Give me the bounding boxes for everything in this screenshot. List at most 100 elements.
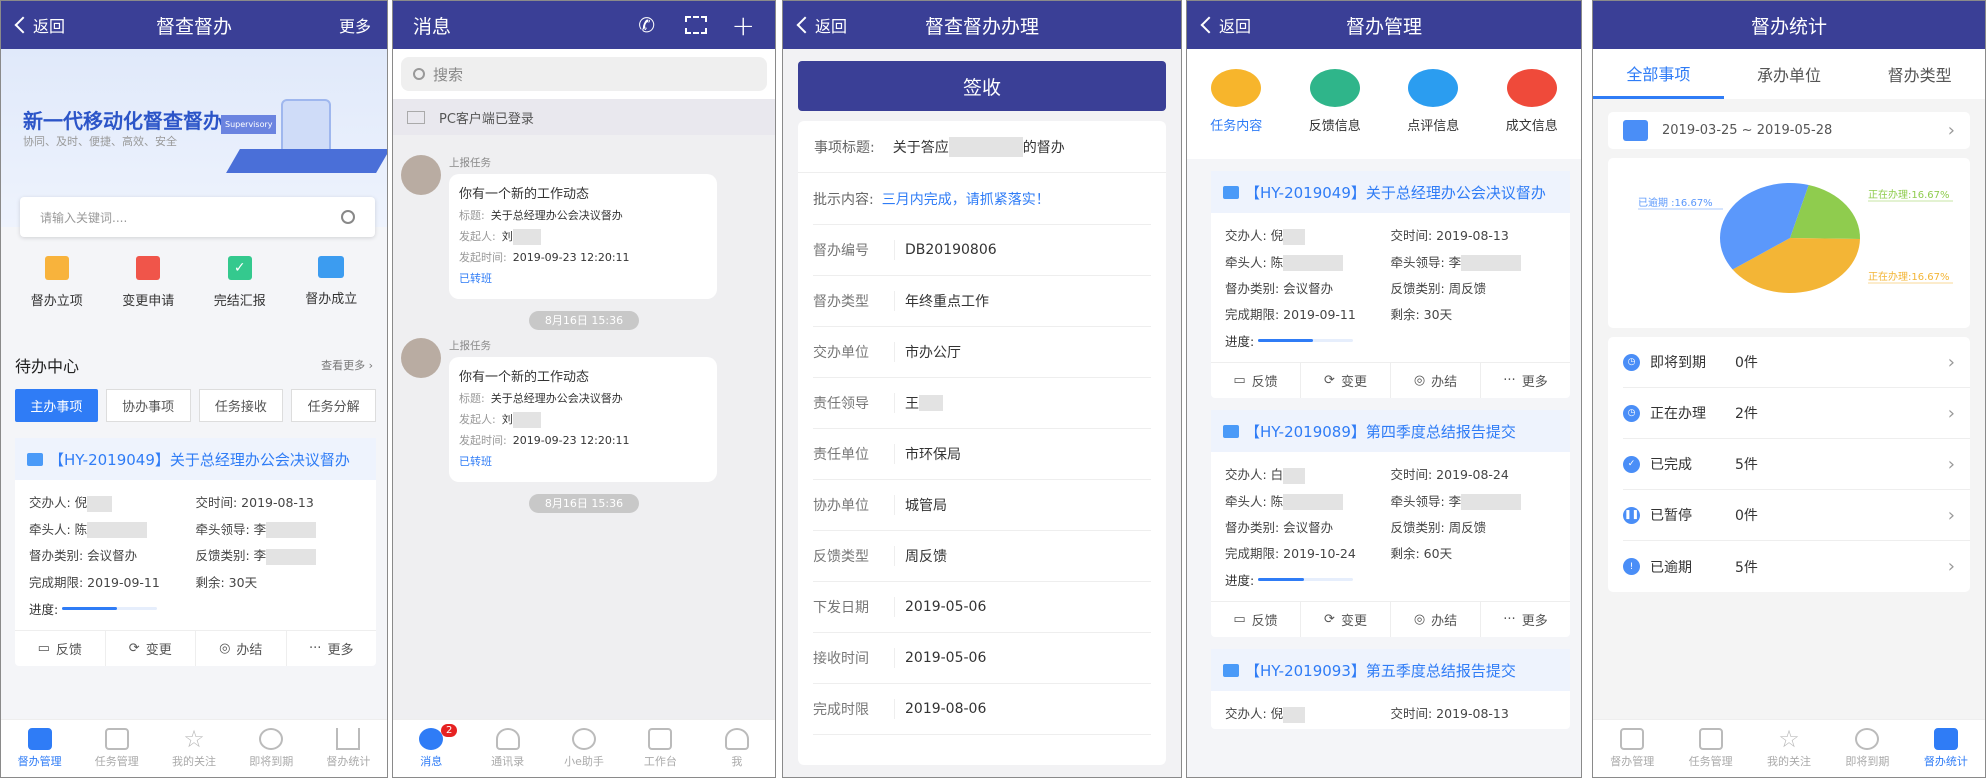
tab-all[interactable]: 全部事项 bbox=[1593, 49, 1724, 99]
nav-assistant[interactable]: 小e助手 bbox=[546, 720, 622, 777]
phone-icon[interactable]: ✆ bbox=[638, 13, 655, 37]
nav-messages[interactable]: 2 消息 bbox=[393, 720, 469, 777]
detail-label: 督办类型 bbox=[813, 291, 895, 311]
nav-supervision[interactable]: 督办管理 bbox=[1, 720, 78, 777]
feedback-button[interactable]: ▭ 反馈 bbox=[15, 630, 106, 666]
more-button[interactable]: ··· 更多 bbox=[1481, 363, 1570, 398]
field: 交时间: 2019-08-13 bbox=[1391, 225, 1557, 245]
tab-main[interactable]: 主办事项 bbox=[15, 389, 98, 422]
plus-icon[interactable]: + bbox=[732, 9, 755, 42]
detail-value: 市办公厅 bbox=[905, 345, 961, 361]
field-value: 关于总经理办公会决议督办 bbox=[490, 209, 623, 222]
document-icon bbox=[1506, 69, 1557, 107]
action-label: 反馈 bbox=[1251, 614, 1278, 629]
task-card[interactable]: 【HY-2019093】第五季度总结报告提交 交办人: 倪 交时间: 2019-08… bbox=[1211, 649, 1570, 729]
detail-row: 接收时间 2019-05-06 bbox=[813, 633, 1151, 684]
change-button[interactable]: ⟳ 变更 bbox=[1301, 602, 1391, 637]
nav-me[interactable]: 我 bbox=[699, 720, 775, 777]
message-bubble[interactable]: 你有一个新的工作动态 标题: 关于总经理办公会决议督办 发起人: 刘发起时间: 2019-… bbox=[449, 357, 717, 482]
finish-icon: ◎ bbox=[1413, 612, 1426, 627]
nav-tasks[interactable]: 任务管理 bbox=[1671, 720, 1749, 777]
quick-item[interactable]: ✓ 完结汇报 bbox=[194, 256, 286, 309]
instruction-label: 批示内容: bbox=[813, 191, 874, 208]
tab-assist[interactable]: 协办事项 bbox=[105, 389, 191, 422]
category-0[interactable]: 任务内容 bbox=[1187, 69, 1286, 159]
message-status-link[interactable]: 已转班 bbox=[459, 268, 707, 289]
sign-button[interactable]: 签收 bbox=[798, 61, 1166, 111]
finish-button[interactable]: ◎ 办结 bbox=[196, 630, 287, 666]
status-label: 已完成 bbox=[1650, 457, 1692, 473]
back-button[interactable]: 返回 bbox=[796, 13, 847, 37]
tab-receive[interactable]: 任务接收 bbox=[198, 389, 284, 422]
task-card[interactable]: 【HY-2019089】第四季度总结报告提交 交办人: 白 交时间: 2019-08… bbox=[1211, 410, 1570, 637]
see-more-link[interactable]: 查看更多 › bbox=[321, 357, 373, 373]
quick-item[interactable]: 督办立项 bbox=[11, 256, 103, 309]
search-icon[interactable] bbox=[341, 210, 355, 224]
search-input[interactable]: 请输入关键词.... bbox=[20, 197, 375, 237]
message-field: 发起时间: 2019-09-23 12:20:11 bbox=[459, 430, 707, 451]
nav-workbench[interactable]: 工作台 bbox=[622, 720, 698, 777]
message-item[interactable]: 上报任务 你有一个新的工作动态 标题: 关于总经理办公会决议督办 发起人: 刘发起时间: 2… bbox=[393, 338, 775, 482]
quick-item[interactable]: 变更申请 bbox=[103, 256, 195, 309]
category-3[interactable]: 成文信息 bbox=[1483, 69, 1582, 159]
pc-login-banner[interactable]: PC客户端已登录 bbox=[393, 99, 775, 135]
category-1[interactable]: 反馈信息 bbox=[1286, 69, 1385, 159]
field: 交时间: 2019-08-13 bbox=[195, 495, 314, 510]
nav-due[interactable]: 即将到期 bbox=[1828, 720, 1906, 777]
more-button[interactable]: ··· 更多 bbox=[1481, 602, 1570, 637]
nav-label: 消息 bbox=[420, 755, 443, 768]
status-row[interactable]: ◷ 即将到期 0件 › bbox=[1623, 337, 1970, 388]
nav-follow[interactable]: ☆ 我的关注 bbox=[1750, 720, 1828, 777]
feedback-button[interactable]: ▭ 反馈 bbox=[1211, 602, 1301, 637]
nav-tasks[interactable]: 任务管理 bbox=[78, 720, 155, 777]
nav-supervision[interactable]: 督办管理 bbox=[1593, 720, 1671, 777]
status-row[interactable]: ! 已逾期 5件 › bbox=[1623, 541, 1970, 592]
nav-contacts[interactable]: 通讯录 bbox=[469, 720, 545, 777]
tab-split[interactable]: 任务分解 bbox=[291, 389, 376, 422]
progress: 进度: bbox=[1211, 329, 1570, 362]
status-row[interactable]: ◷ 正在办理 2件 › bbox=[1623, 388, 1970, 439]
tab-types[interactable]: 督办类型 bbox=[1854, 49, 1985, 99]
bar-chart-icon bbox=[336, 728, 361, 750]
date-range-picker[interactable]: 2019-03-25 ~ 2019-05-28 › bbox=[1608, 112, 1970, 149]
nav-label: 即将到期 bbox=[249, 755, 294, 768]
finish-button[interactable]: ◎ 办结 bbox=[1391, 363, 1481, 398]
change-button[interactable]: ⟳ 变更 bbox=[1301, 363, 1391, 398]
message-bubble[interactable]: 你有一个新的工作动态 标题: 关于总经理办公会决议督办 发起人: 刘发起时间: 2019-… bbox=[449, 174, 717, 299]
tab-units[interactable]: 承办单位 bbox=[1724, 49, 1855, 99]
nav-stats[interactable]: 督办统计 bbox=[1907, 720, 1985, 777]
finish-button[interactable]: ◎ 办结 bbox=[1391, 602, 1481, 637]
nav-follow[interactable]: ☆ 我的关注 bbox=[155, 720, 232, 777]
feedback-button[interactable]: ▭ 反馈 bbox=[1211, 363, 1301, 398]
category-2[interactable]: 点评信息 bbox=[1384, 69, 1483, 159]
back-button[interactable]: 返回 bbox=[1200, 13, 1251, 37]
task-title-text: 【HY-2019093】第五季度总结报告提交 bbox=[1245, 661, 1516, 680]
message-body: 上报任务 你有一个新的工作动态 标题: 关于总经理办公会决议督办 发起人: 刘发起时间: 2… bbox=[449, 155, 767, 299]
clock-icon: ◷ bbox=[1623, 404, 1640, 422]
status-row[interactable]: ❚❚ 已暂停 0件 › bbox=[1623, 490, 1970, 541]
action-label: 反馈 bbox=[1251, 375, 1278, 390]
scan-icon[interactable] bbox=[685, 16, 707, 34]
nav-stats[interactable]: 督办统计 bbox=[310, 720, 387, 777]
nav-label: 小e助手 bbox=[564, 755, 604, 768]
change-button[interactable]: ⟳ 变更 bbox=[106, 630, 196, 666]
message-status-link[interactable]: 已转班 bbox=[459, 451, 707, 472]
task-card[interactable]: 【HY-2019049】关于总经理办公会决议督办 交办人: 倪 交时间: 2019-… bbox=[1211, 171, 1570, 398]
more-button[interactable]: ··· 更多 bbox=[287, 631, 377, 666]
quick-item[interactable]: 督办成立 bbox=[286, 256, 378, 309]
detail-label: 协办单位 bbox=[813, 495, 895, 515]
back-button[interactable]: 返回 bbox=[14, 13, 65, 37]
search-input[interactable]: 搜索 bbox=[401, 57, 767, 91]
change-icon: ⟳ bbox=[1324, 373, 1335, 388]
progress-fill bbox=[1258, 339, 1314, 342]
task-card[interactable]: 【HY-2019049】关于总经理办公会决议督办 交办人: 倪 交时间: 201… bbox=[15, 438, 376, 666]
more-button[interactable]: 更多 bbox=[339, 13, 371, 37]
status-row[interactable]: ✓ 已完成 5件 › bbox=[1623, 439, 1970, 490]
message-field: 发起时间: 2019-09-23 12:20:11 bbox=[459, 247, 707, 268]
progress-bar bbox=[1258, 578, 1354, 581]
instruction-value: 三月内完成，请抓紧落实！ bbox=[881, 191, 1050, 208]
task-title: 【HY-2019093】第五季度总结报告提交 bbox=[1211, 649, 1570, 691]
message-item[interactable]: 上报任务 你有一个新的工作动态 标题: 关于总经理办公会决议督办 发起人: 刘发起时间: 2… bbox=[393, 155, 775, 299]
field: 完成期限: 2019-10-24 bbox=[1225, 543, 1391, 562]
nav-due[interactable]: 即将到期 bbox=[233, 720, 310, 777]
